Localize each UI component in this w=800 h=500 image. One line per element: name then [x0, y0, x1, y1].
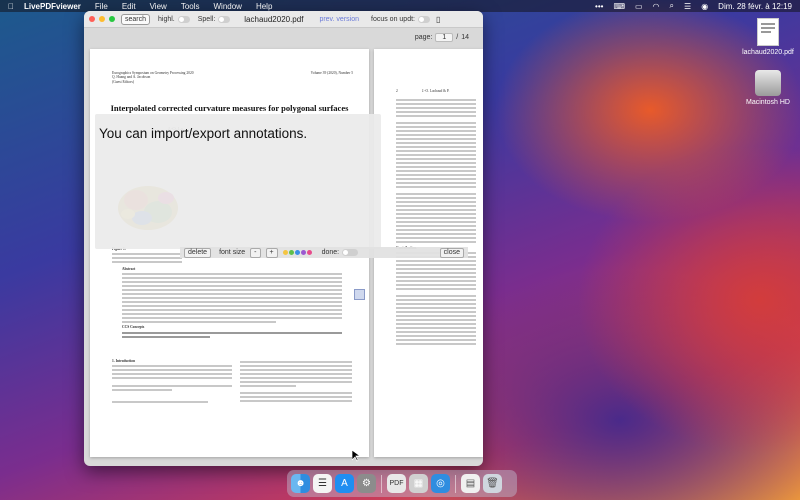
page-separator: / — [456, 34, 459, 41]
intro-heading: 1. Introduction — [112, 359, 136, 363]
page-indicator: page: 1 / 14 — [415, 33, 469, 42]
appstore-icon[interactable]: A — [335, 474, 354, 493]
color-swatch-green[interactable] — [288, 250, 294, 255]
wifi-icon[interactable]: ◠ — [653, 2, 660, 11]
menu-file[interactable]: File — [95, 2, 108, 11]
desktop-file-icon[interactable]: lachaud2020.pdf — [733, 18, 800, 56]
apple-menu-icon[interactable]:  — [8, 2, 14, 11]
minimize-window-button[interactable] — [99, 16, 105, 22]
annotation-close-button[interactable]: close — [439, 247, 464, 258]
page2-text: Contribution. — [396, 97, 476, 347]
page2-header: J.-O. Lachaud & P. — [422, 89, 450, 93]
focus-toggle[interactable] — [417, 15, 430, 23]
dock-separator — [381, 474, 382, 493]
ccs-heading: CCS Concepts — [122, 325, 145, 330]
search-icon[interactable]: ⌕ — [670, 1, 674, 11]
dock-separator-2 — [455, 474, 456, 493]
close-window-button[interactable] — [89, 16, 95, 22]
color-swatch-blue[interactable] — [294, 250, 300, 255]
menu-edit[interactable]: Edit — [122, 2, 136, 11]
volume-header: Volume 39 (2020), Number 5 — [310, 71, 353, 75]
prev-version-link[interactable]: prev. version — [319, 16, 359, 23]
color-swatch-yellow[interactable] — [282, 250, 288, 255]
annotation-text[interactable]: You can import/export annotations. — [99, 126, 307, 141]
control-center-icon[interactable]: ☰ — [684, 2, 691, 11]
highlight-label: highl. — [158, 15, 175, 23]
page2-number: 2 — [396, 89, 398, 93]
annotation-popup[interactable]: You can import/export annotations. — [95, 114, 381, 249]
journal-header: Eurographics Symposium on Geometry Proce… — [112, 71, 194, 84]
desktop-hd-label: Macintosh HD — [746, 99, 790, 106]
desktop-hd-icon[interactable]: Macintosh HD — [733, 70, 800, 106]
paper-title: Interpolated corrected curvature measure… — [110, 103, 349, 113]
zoom-window-button[interactable] — [109, 16, 115, 22]
focus-label: focus on updt: — [371, 15, 415, 23]
menu-view[interactable]: View — [150, 2, 167, 11]
battery-icon[interactable]: ▭ — [635, 2, 643, 11]
menu-window[interactable]: Window — [214, 2, 242, 11]
keyboard-icon[interactable]: ⌨ — [613, 2, 625, 11]
trash-icon[interactable]: 🗑 — [483, 474, 502, 493]
done-toggle[interactable] — [342, 249, 359, 256]
menu-help[interactable]: Help — [256, 2, 272, 11]
spell-label: Spell: — [197, 15, 216, 23]
menu-app-name[interactable]: LivePDFviewer — [24, 2, 81, 11]
dock: ☻ ☰ A ⚙ PDF ▦ ◎ ▤ 🗑 — [287, 470, 517, 497]
color-swatch-pink[interactable] — [306, 250, 312, 255]
abstract-heading: Abstract — [122, 267, 136, 271]
hard-drive-icon — [755, 70, 781, 96]
color-swatch-purple[interactable] — [300, 250, 306, 255]
intro-column-left: 1. Introduction — [112, 359, 232, 405]
pdf-app-icon[interactable]: PDF — [387, 474, 406, 493]
reminders-icon[interactable]: ☰ — [313, 474, 332, 493]
intro-column-right — [240, 359, 352, 404]
page-total: 14 — [461, 34, 469, 41]
font-size-increase-button[interactable]: + — [265, 247, 278, 258]
highlight-toggle[interactable] — [177, 15, 190, 23]
desktop-file-label: lachaud2020.pdf — [742, 49, 794, 56]
color-swatches — [282, 250, 312, 255]
menu-tools[interactable]: Tools — [181, 2, 200, 11]
preview-icon[interactable]: ▦ — [409, 474, 428, 493]
annotation-delete-button[interactable]: delete — [184, 247, 212, 258]
document-title: lachaud2020.pdf — [244, 14, 304, 24]
mouse-cursor-icon — [351, 449, 362, 465]
status-icon-dots[interactable]: ••• — [595, 2, 603, 11]
done-label: done: — [321, 249, 340, 256]
spell-toggle[interactable] — [218, 15, 231, 23]
annotation-toolbar: delete font size - + done: close — [180, 247, 468, 258]
pdf-file-icon — [757, 18, 779, 46]
title-bar: search highl. Spell: lachaud2020.pdf pre… — [84, 11, 483, 28]
clock[interactable]: Dim. 28 févr. à 12:19 — [718, 2, 792, 11]
sidebar-icon[interactable]: ▯ — [436, 15, 440, 24]
siri-icon[interactable]: ◉ — [701, 2, 708, 11]
documents-icon[interactable]: ▤ — [461, 474, 480, 493]
figure-caption: Figure 1: — [112, 247, 182, 265]
page-label: page: — [414, 34, 433, 41]
system-preferences-icon[interactable]: ⚙ — [357, 474, 376, 493]
annotation-marker[interactable] — [354, 289, 365, 300]
safari-icon[interactable]: ◎ — [431, 474, 450, 493]
finder-icon[interactable]: ☻ — [291, 474, 310, 493]
page-number-field[interactable]: 1 — [435, 33, 454, 42]
font-size-decrease-button[interactable]: - — [250, 247, 261, 258]
search-button[interactable]: search — [121, 13, 151, 25]
font-size-label: font size — [219, 249, 246, 256]
abstract-block: Abstract CCS Concepts — [122, 267, 342, 340]
